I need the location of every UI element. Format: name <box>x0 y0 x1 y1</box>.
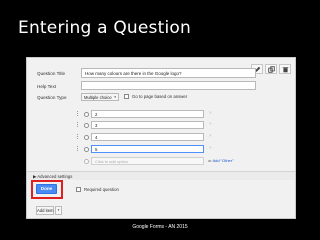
option-input[interactable]: 4 <box>91 133 204 141</box>
question-title-input[interactable]: How many colours are there in the Google… <box>81 68 256 78</box>
option-input[interactable]: 5 <box>91 145 204 153</box>
question-type-label: Question Type <box>37 95 67 100</box>
option-input[interactable]: 2 <box>91 110 204 118</box>
go-to-page-checkbox[interactable] <box>124 94 129 99</box>
radio-icon <box>84 122 89 128</box>
remove-option-icon[interactable]: × <box>209 111 212 117</box>
help-text-input[interactable] <box>81 81 256 90</box>
slide-footer: Google Forms - AN 2015 <box>132 224 188 230</box>
question-title-label: Question Title <box>37 71 66 76</box>
required-label: Required question <box>84 187 119 192</box>
delete-button[interactable] <box>279 64 291 74</box>
add-other-link[interactable]: Add "Other" <box>212 158 233 163</box>
remove-option-icon[interactable]: × <box>209 134 212 140</box>
question-type-value: Multiple choice <box>84 95 112 100</box>
radio-icon <box>84 158 89 164</box>
question-toolbar <box>251 64 291 74</box>
add-option-row: Click to add option or Add "Other" <box>84 157 234 165</box>
drag-handle-icon[interactable] <box>77 122 81 128</box>
question-type-select[interactable]: Multiple choice ▾ <box>81 93 119 101</box>
slide-title: Entering a Question <box>18 18 191 38</box>
drag-handle-icon[interactable] <box>77 146 81 152</box>
add-option-input[interactable]: Click to add option <box>91 157 204 165</box>
trash-icon <box>282 66 289 73</box>
help-text-label: Help Text <box>37 84 57 89</box>
drag-handle-icon[interactable] <box>77 134 81 140</box>
add-item-button[interactable]: Add item <box>36 206 54 215</box>
remove-option-icon[interactable]: × <box>209 122 212 128</box>
add-other-group: or Add "Other" <box>208 158 234 163</box>
radio-icon <box>84 146 89 152</box>
radio-icon <box>84 134 89 140</box>
required-checkbox[interactable] <box>76 187 81 192</box>
option-row: 3 × <box>77 121 227 129</box>
drag-handle-icon[interactable] <box>77 111 81 117</box>
copy-icon <box>267 65 275 73</box>
form-editor-screenshot: Question Title How many colours are ther… <box>26 57 296 219</box>
chevron-down-icon[interactable]: ▾ <box>55 206 62 215</box>
option-row: 5 × <box>77 145 227 153</box>
radio-icon <box>84 111 89 117</box>
option-row: 2 × <box>77 110 227 118</box>
done-button[interactable]: Done <box>36 184 57 194</box>
option-input[interactable]: 3 <box>91 121 204 129</box>
advanced-settings-toggle[interactable]: ▶ Advanced settings <box>27 171 295 180</box>
remove-option-icon[interactable]: × <box>209 146 212 152</box>
chevron-down-icon: ▾ <box>114 95 116 99</box>
go-to-page-label: Go to page based on answer <box>132 94 188 99</box>
option-row: 4 × <box>77 133 227 141</box>
duplicate-button[interactable] <box>265 64 277 74</box>
